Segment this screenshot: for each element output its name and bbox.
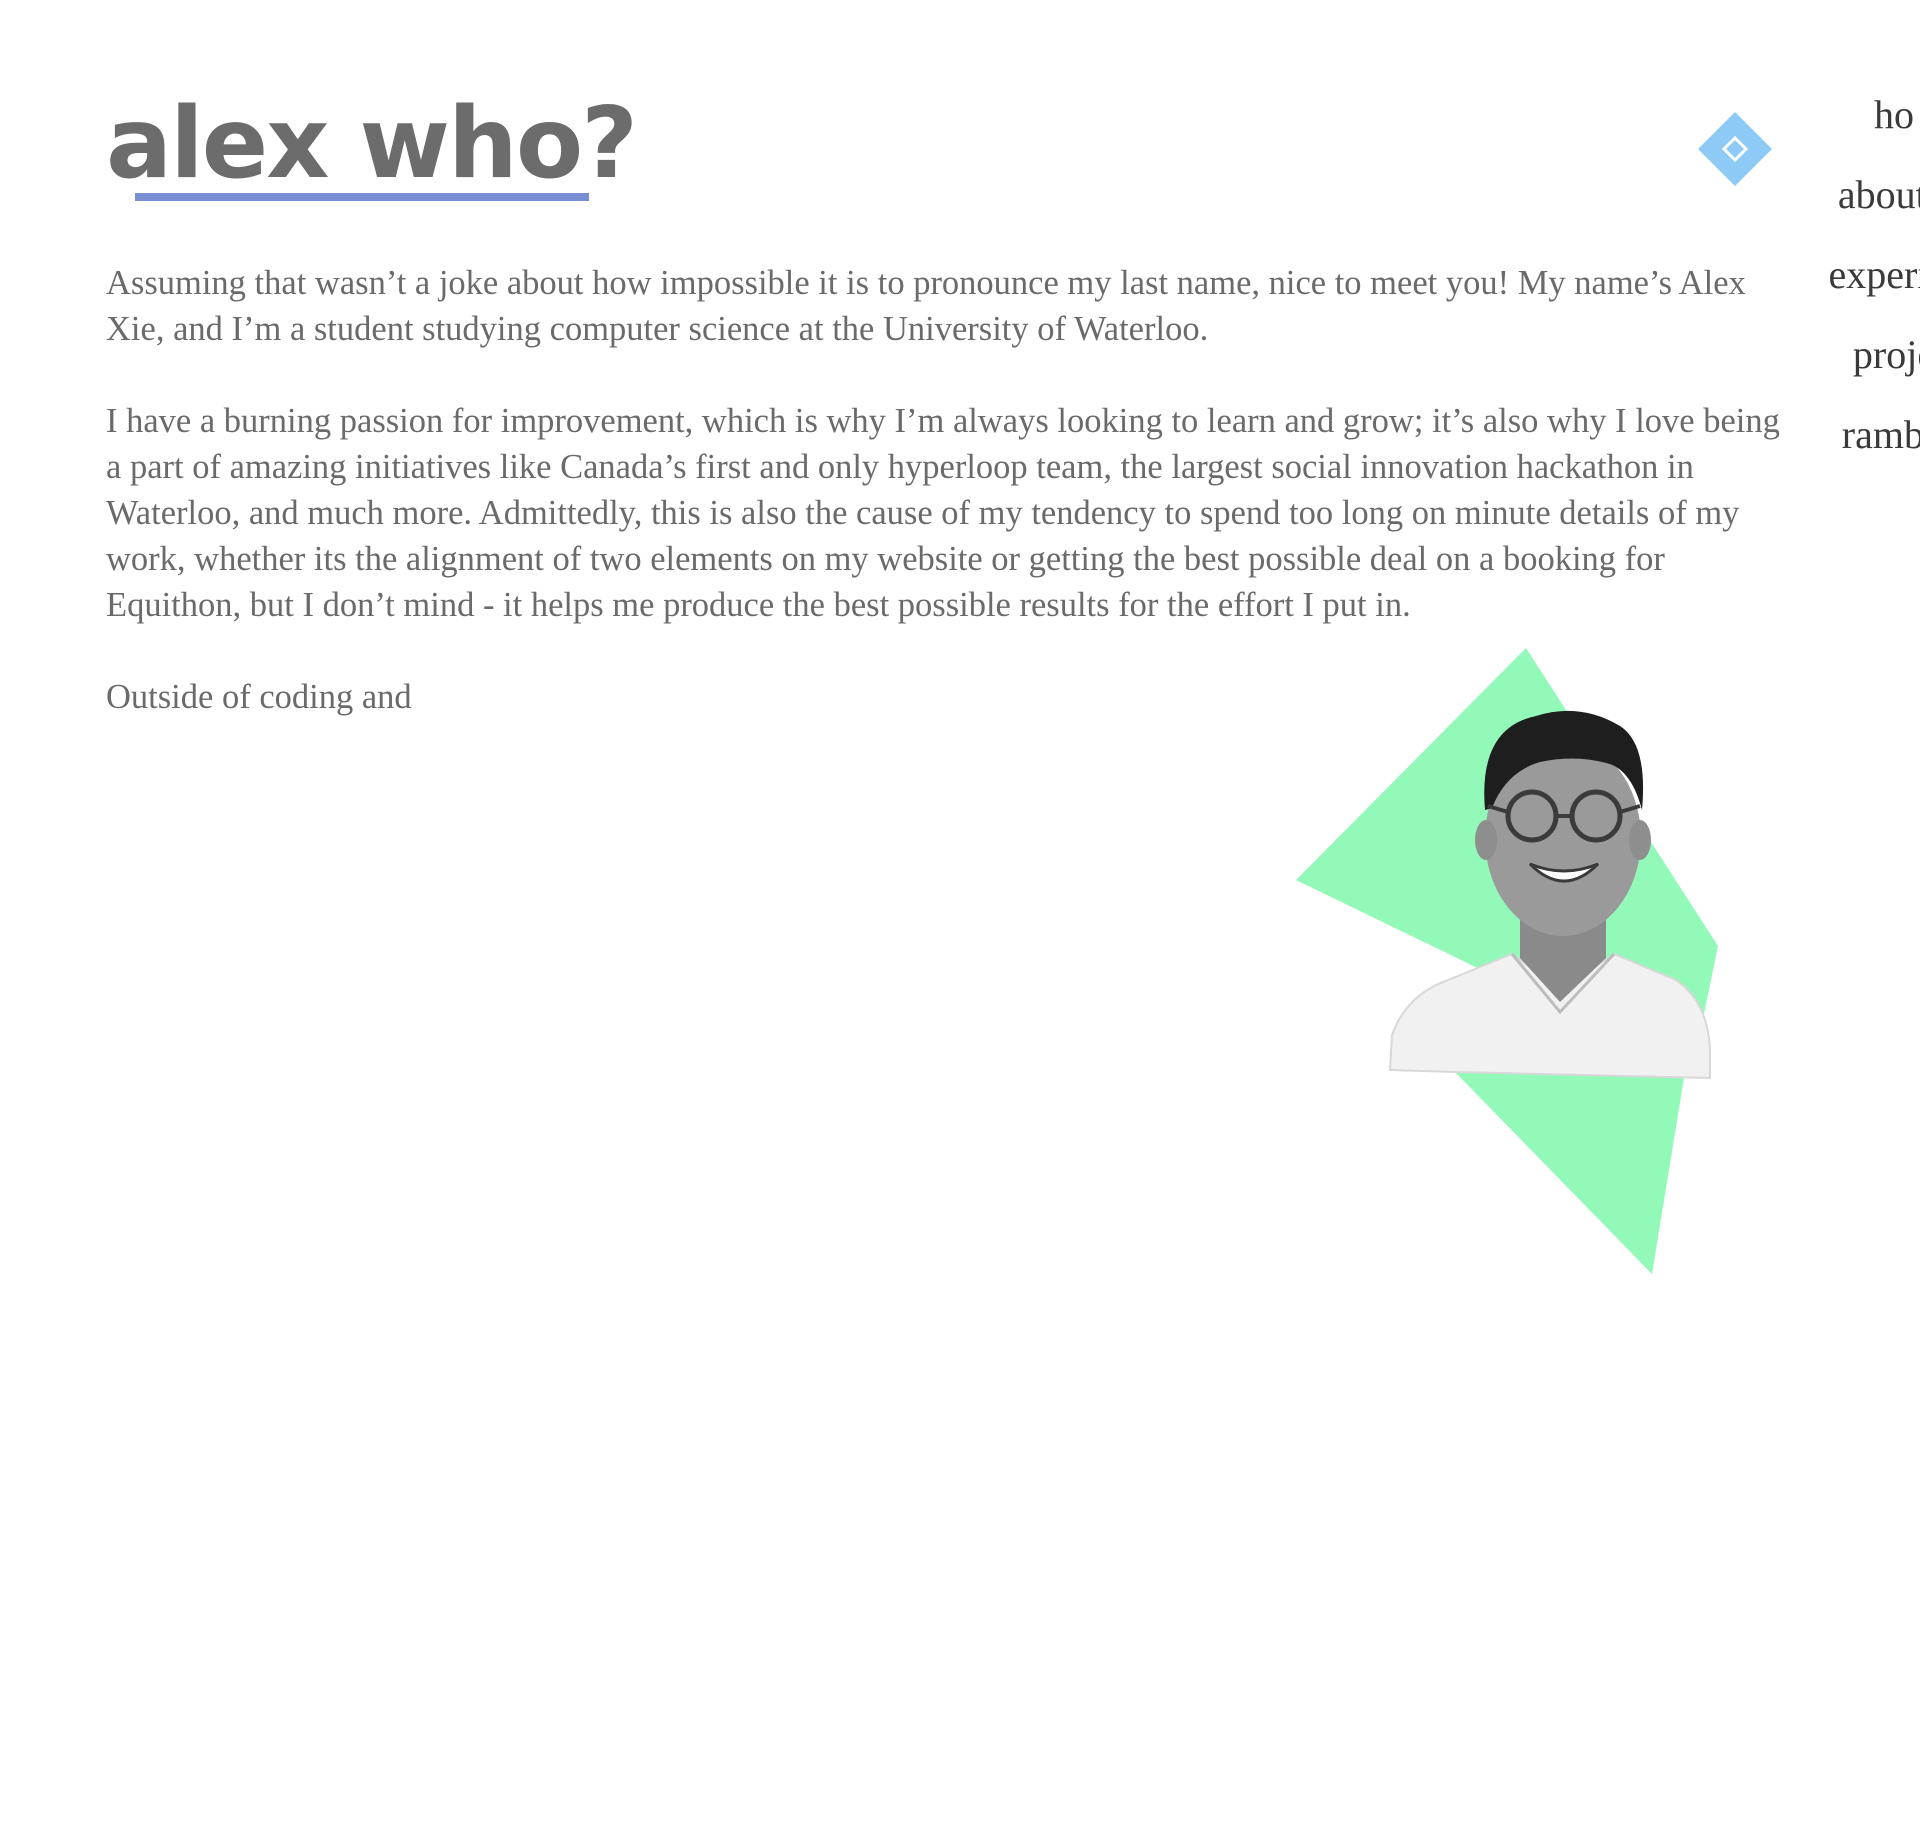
page-title: alex who? (106, 87, 638, 201)
paragraph-outside: Outside of coding and (106, 678, 412, 716)
main-nav: ho about r experier proje rambli (1784, 88, 1920, 488)
paragraph-passion: I have a burning passion for improvement… (106, 402, 1780, 624)
page-title-wrap: alex who? (106, 87, 638, 201)
diamond-logo-icon[interactable] (1698, 112, 1772, 186)
paragraph-intro: Assuming that wasn’t a joke about how im… (106, 264, 1746, 348)
nav-item-projects[interactable]: proje (1784, 328, 1920, 408)
nav-item-experience[interactable]: experier (1784, 248, 1920, 328)
title-underline (135, 193, 589, 201)
nav-item-home[interactable]: ho (1784, 88, 1920, 168)
portrait-photo (1296, 648, 1718, 1274)
nav-item-about[interactable]: about r (1784, 168, 1920, 248)
nav-item-ramblings[interactable]: rambli (1784, 408, 1920, 488)
